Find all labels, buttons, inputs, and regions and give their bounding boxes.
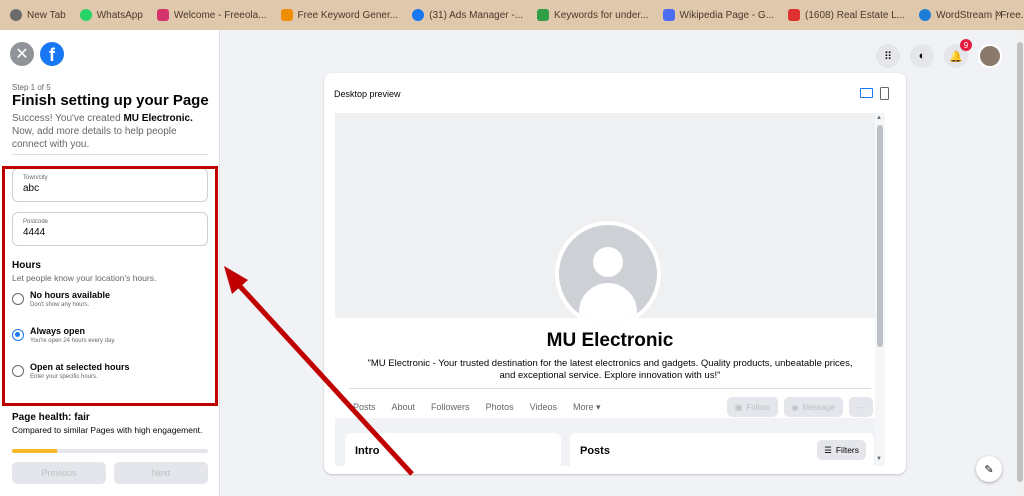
annotation-arrow xyxy=(224,266,414,476)
annotation-arrow-line xyxy=(234,280,414,476)
